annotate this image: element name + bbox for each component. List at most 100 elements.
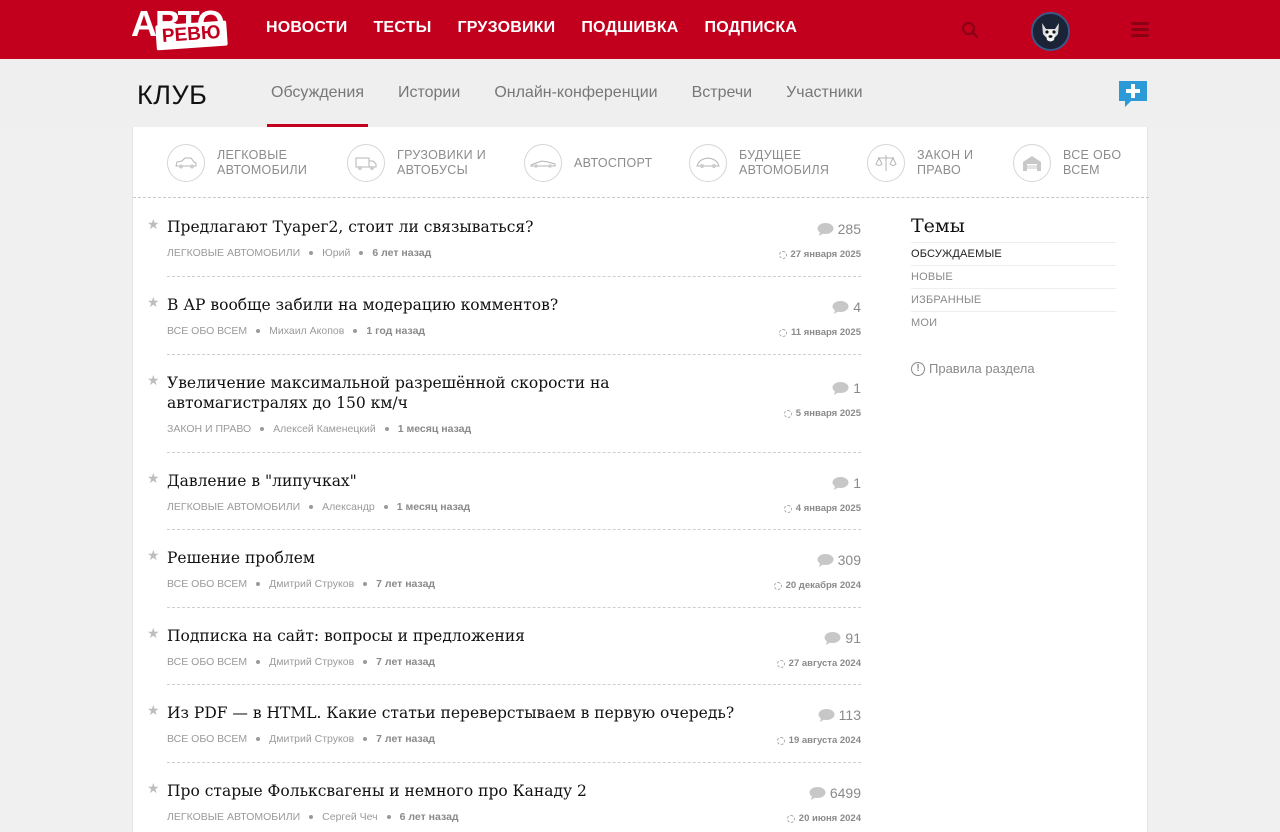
- filter-favorites[interactable]: ИЗБРАННЫЕ: [911, 289, 1116, 312]
- topic-author[interactable]: Дмитрий Струков: [269, 656, 354, 668]
- topic-title[interactable]: Решение проблем: [167, 548, 737, 568]
- tab-stories[interactable]: Истории: [398, 59, 460, 127]
- topic-list: ★ Предлагают Туарег2, стоит ли связывать…: [133, 199, 863, 832]
- nav-link-trucks[interactable]: ГРУЗОВИКИ: [457, 19, 555, 37]
- comment-bubble-icon: [832, 476, 849, 490]
- filter-new[interactable]: НОВЫЕ: [911, 266, 1116, 289]
- forum-card: ЛЕГКОВЫЕ АВТОМОБИЛИ ГРУЗОВИКИ И АВТОБУСЫ…: [132, 127, 1149, 832]
- scales-icon: [867, 144, 905, 182]
- topic-category[interactable]: ЗАКОН И ПРАВО: [167, 423, 251, 435]
- topic-author[interactable]: Юрий: [322, 247, 350, 259]
- future-car-icon: [689, 144, 727, 182]
- category-trucks[interactable]: ГРУЗОВИКИ И АВТОБУСЫ: [347, 143, 486, 183]
- comment-count: 1: [784, 475, 861, 491]
- topic-meta: ЛЕГКОВЫЕ АВТОМОБИЛИ Александр 1 месяц на…: [167, 501, 861, 513]
- topic-category[interactable]: ВСЕ ОБО ВСЕМ: [167, 578, 247, 590]
- topic-meta: ЗАКОН И ПРАВО Алексей Каменецкий 1 месяц…: [167, 423, 861, 435]
- club-tabs: Обсуждения Истории Онлайн-конференции Вс…: [267, 59, 897, 127]
- topic-title[interactable]: Подписка на сайт: вопросы и предложения: [167, 626, 737, 646]
- comment-count-value: 113: [838, 707, 861, 723]
- topic-row[interactable]: ★ Предлагают Туарег2, стоит ли связывать…: [147, 199, 861, 277]
- last-activity-date: 27 января 2025: [778, 249, 861, 260]
- filter-mine[interactable]: МОИ: [911, 312, 1116, 335]
- garage-icon: [1013, 144, 1051, 182]
- comment-count: 6499: [787, 785, 861, 801]
- topic-author[interactable]: Сергей Чеч: [322, 811, 377, 823]
- category-law[interactable]: ЗАКОН И ПРАВО: [867, 143, 973, 183]
- nav-link-archive[interactable]: ПОДШИВКА: [581, 19, 678, 37]
- topic-title[interactable]: Про старые Фольксвагены и немного про Ка…: [167, 781, 737, 801]
- topic-row[interactable]: ★ Про старые Фольксвагены и немного про …: [147, 763, 861, 832]
- topic-author[interactable]: Дмитрий Струков: [269, 578, 354, 590]
- category-label: БУДУЩЕЕ АВТОМОБИЛЯ: [739, 148, 830, 177]
- topic-age: 7 лет назад: [376, 578, 436, 590]
- new-topic-plus-icon[interactable]: [1117, 79, 1149, 109]
- topic-row[interactable]: ★ Давление в "липучках" ЛЕГКОВЫЕ АВТОМОБ…: [147, 453, 861, 530]
- favorite-star-icon[interactable]: ★: [147, 781, 160, 797]
- last-activity-date: 11 января 2025: [779, 327, 861, 338]
- favorite-star-icon[interactable]: ★: [147, 295, 160, 311]
- topic-stats: 4 11 января 2025: [779, 299, 861, 338]
- last-activity-date: 20 июня 2024: [786, 813, 861, 824]
- topic-author[interactable]: Алексей Каменецкий: [273, 423, 376, 435]
- topic-category[interactable]: ВСЕ ОБО ВСЕМ: [167, 325, 247, 337]
- topic-meta: ЛЕГКОВЫЕ АВТОМОБИЛИ Сергей Чеч 6 лет наз…: [167, 811, 861, 823]
- topic-stats: 309 20 декабря 2024: [773, 552, 861, 591]
- last-activity-date: 20 декабря 2024: [773, 580, 861, 591]
- favorite-star-icon[interactable]: ★: [147, 703, 160, 719]
- tab-meetings[interactable]: Встречи: [692, 59, 753, 127]
- nav-link-news[interactable]: НОВОСТИ: [266, 19, 347, 37]
- favorite-star-icon[interactable]: ★: [147, 217, 160, 233]
- filter-discussed[interactable]: ОБСУЖДАЕМЫЕ: [911, 243, 1116, 266]
- topic-author[interactable]: Михаил Акопов: [269, 325, 344, 337]
- topic-row[interactable]: ★ Решение проблем ВСЕ ОБО ВСЕМ Дмитрий С…: [147, 530, 861, 608]
- category-everything[interactable]: ВСЕ ОБО ВСЕМ: [1013, 143, 1121, 183]
- user-avatar[interactable]: [1031, 12, 1070, 51]
- topic-category[interactable]: ВСЕ ОБО ВСЕМ: [167, 656, 247, 668]
- topic-category[interactable]: ЛЕГКОВЫЕ АВТОМОБИЛИ: [167, 501, 300, 513]
- logo-text-bottom: РЕВЮ: [155, 20, 228, 51]
- topic-age: 7 лет назад: [376, 656, 436, 668]
- topic-row[interactable]: ★ Подписка на сайт: вопросы и предложени…: [147, 608, 861, 685]
- topic-title[interactable]: Давление в "липучках": [167, 471, 737, 491]
- topics-sidebar: Темы ОБСУЖДАЕМЫЕ НОВЫЕ ИЗБРАННЫЕ МОИ: [911, 215, 1116, 335]
- section-rules-link[interactable]: ! Правила раздела: [911, 361, 1035, 376]
- tab-members[interactable]: Участники: [786, 59, 862, 127]
- topic-title[interactable]: Предлагают Туарег2, стоит ли связываться…: [167, 217, 737, 237]
- topic-author[interactable]: Александр: [322, 501, 375, 513]
- category-future[interactable]: БУДУЩЕЕ АВТОМОБИЛЯ: [689, 143, 829, 183]
- topic-title[interactable]: Увеличение максимальной разрешённой скор…: [167, 373, 737, 413]
- site-logo[interactable]: АВТО РЕВЮ: [131, 5, 228, 53]
- last-activity-date-value: 27 августа 2024: [788, 658, 861, 669]
- favorite-star-icon[interactable]: ★: [147, 471, 160, 487]
- last-activity-date-value: 5 января 2025: [795, 408, 861, 419]
- last-activity-date-value: 20 декабря 2024: [785, 580, 861, 591]
- nav-link-subscription[interactable]: ПОДПИСКА: [705, 19, 798, 37]
- topic-age: 6 лет назад: [399, 811, 459, 823]
- favorite-star-icon[interactable]: ★: [147, 373, 160, 389]
- topic-row[interactable]: ★ Увеличение максимальной разрешённой ск…: [147, 355, 861, 453]
- topic-category[interactable]: ВСЕ ОБО ВСЕМ: [167, 733, 247, 745]
- nav-link-tests[interactable]: ТЕСТЫ: [373, 19, 431, 37]
- hamburger-menu-icon[interactable]: [1131, 22, 1149, 38]
- topic-author[interactable]: Дмитрий Струков: [269, 733, 354, 745]
- topic-row[interactable]: ★ В АР вообще забили на модерацию коммен…: [147, 277, 861, 355]
- category-motorsport[interactable]: АВТОСПОРТ: [524, 143, 652, 183]
- last-activity-date-value: 20 июня 2024: [798, 813, 861, 824]
- tab-discussions[interactable]: Обсуждения: [267, 59, 368, 127]
- topic-category[interactable]: ЛЕГКОВЫЕ АВТОМОБИЛИ: [167, 247, 300, 259]
- search-icon[interactable]: [961, 21, 979, 39]
- favorite-star-icon[interactable]: ★: [147, 548, 160, 564]
- topic-title[interactable]: Из PDF — в HTML. Какие статьи переверсты…: [167, 703, 737, 723]
- favorite-star-icon[interactable]: ★: [147, 626, 160, 642]
- topic-stats: 6499 20 июня 2024: [786, 785, 861, 824]
- category-cars[interactable]: ЛЕГКОВЫЕ АВТОМОБИЛИ: [167, 143, 307, 183]
- top-navigation-bar: АВТО РЕВЮ НОВОСТИ ТЕСТЫ ГРУЗОВИКИ ПОДШИВ…: [0, 0, 1280, 59]
- topic-category[interactable]: ЛЕГКОВЫЕ АВТОМОБИЛИ: [167, 811, 300, 823]
- comment-count-value: 1: [853, 380, 861, 396]
- last-activity-date-value: 27 января 2025: [790, 249, 861, 260]
- topic-row[interactable]: ★ Из PDF — в HTML. Какие статьи переверс…: [147, 685, 861, 763]
- tab-online-conferences[interactable]: Онлайн-конференции: [494, 59, 657, 127]
- topic-title[interactable]: В АР вообще забили на модерацию комменто…: [167, 295, 737, 315]
- comment-bubble-icon: [818, 708, 835, 722]
